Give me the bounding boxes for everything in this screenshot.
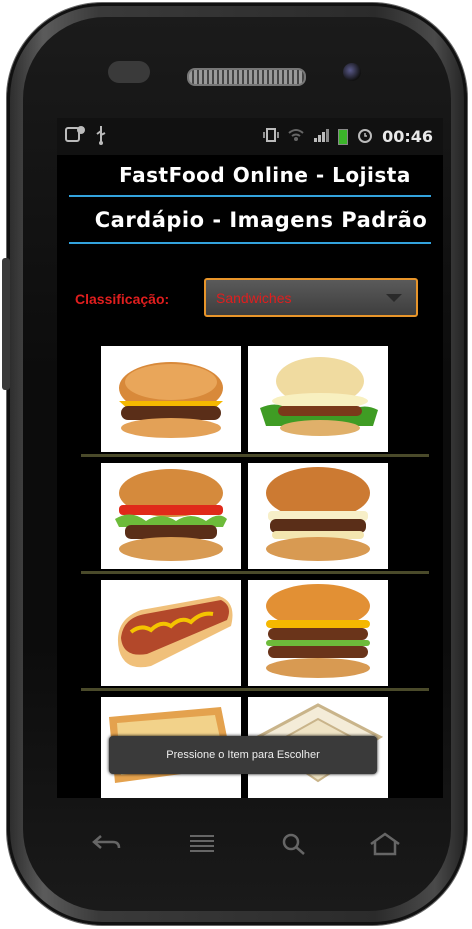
status-time: 00:46	[382, 127, 433, 146]
hardware-nav-bar	[57, 818, 443, 878]
row-divider	[81, 571, 429, 574]
lettuce-burger-image[interactable]	[248, 346, 388, 452]
menu-icon[interactable]	[187, 832, 217, 860]
page-title: Cardápio - Imagens Padrão	[94, 207, 428, 232]
row-divider	[81, 688, 429, 691]
double-burger-image[interactable]	[248, 580, 388, 686]
hotdog-image[interactable]	[101, 580, 241, 686]
home-icon[interactable]	[369, 832, 401, 862]
selection-corner-icon	[376, 557, 385, 566]
tomato-burger-image[interactable]	[101, 463, 241, 569]
app-title: FastFood Online - Lojista	[119, 163, 411, 187]
image-grid	[57, 344, 443, 798]
notification-icon	[65, 125, 87, 149]
volume-button	[2, 258, 10, 390]
classification-label: Classificação:	[75, 291, 170, 307]
proximity-sensor	[108, 61, 150, 83]
classification-value: Sandwiches	[216, 290, 292, 306]
status-bar: 00:46	[57, 118, 443, 155]
vibrate-icon	[263, 127, 279, 147]
grid-row	[57, 461, 443, 578]
screen: 00:46 FastFood Online - Lojista Cardápio…	[57, 118, 443, 798]
selection-corner-icon	[376, 440, 385, 449]
toast-message: Pressione o Item para Escolher	[109, 736, 377, 774]
selection-corner-icon	[376, 674, 385, 683]
signal-icon	[313, 128, 330, 146]
classification-row: Classificação: Sandwiches	[57, 278, 443, 322]
back-icon[interactable]	[91, 832, 121, 860]
cheeseburger-image[interactable]	[101, 346, 241, 452]
battery-icon	[338, 128, 349, 145]
earpiece-speaker	[187, 68, 306, 86]
usb-icon	[95, 125, 107, 149]
grid-row	[57, 578, 443, 695]
wifi-icon	[288, 128, 304, 146]
row-divider	[81, 454, 429, 457]
chevron-down-icon	[386, 294, 402, 302]
front-camera	[343, 63, 361, 81]
grid-row	[57, 344, 443, 461]
search-icon[interactable]	[281, 832, 307, 862]
subtitle-divider	[69, 242, 431, 244]
classification-select[interactable]: Sandwiches	[204, 278, 418, 317]
alarm-icon	[357, 127, 373, 147]
cheese-burger-image[interactable]	[248, 463, 388, 569]
